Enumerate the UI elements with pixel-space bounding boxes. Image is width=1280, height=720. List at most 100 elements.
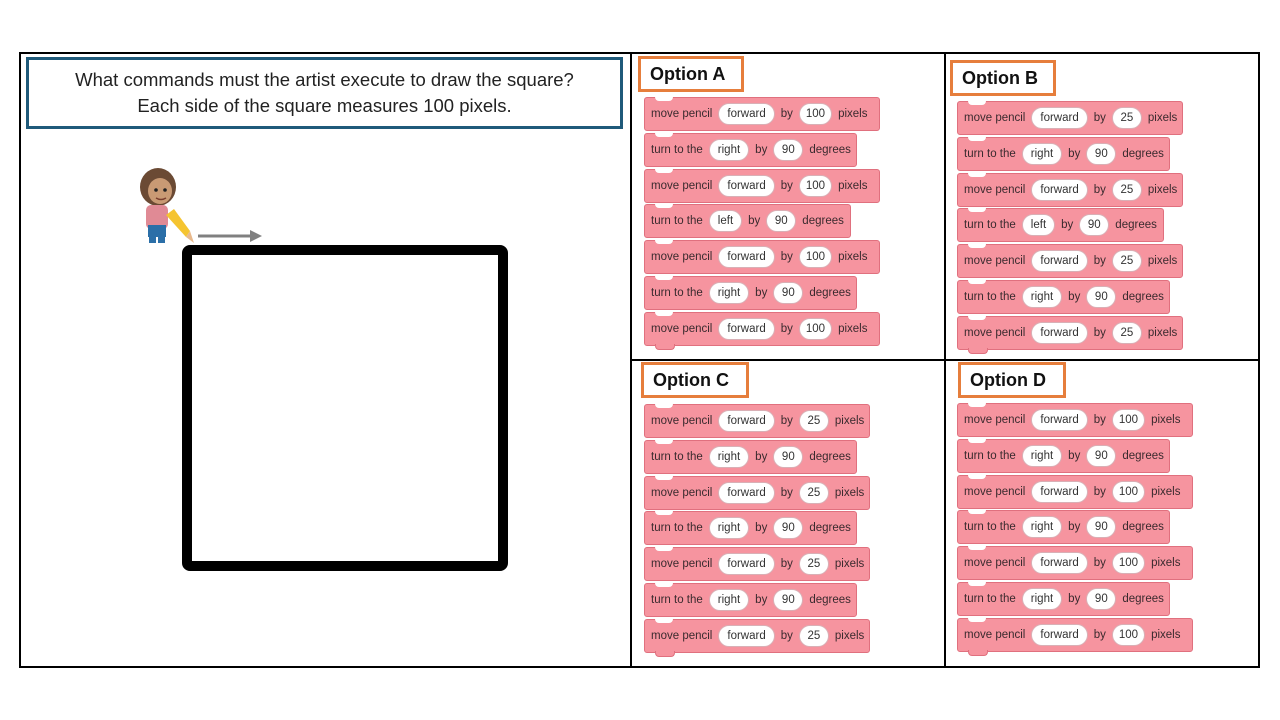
turn-block[interactable]: turn to the right by 90 degrees (957, 279, 1170, 314)
block-keyword: by (755, 593, 768, 606)
block-unit: degrees (1122, 521, 1164, 534)
direction-pill: right (1021, 142, 1063, 165)
block-keyword: move pencil (651, 629, 713, 642)
direction-pill: forward (718, 174, 775, 197)
block-unit: degrees (1122, 290, 1164, 303)
block-unit: degrees (809, 593, 851, 606)
move-pencil-block[interactable]: move pencil forward by 25 pixels (644, 547, 870, 582)
value-pill: 100 (1111, 480, 1146, 503)
value-pill: 90 (773, 588, 804, 611)
move-pencil-block[interactable]: move pencil forward by 100 pixels (957, 403, 1193, 437)
block-keyword: turn to the (651, 593, 703, 606)
turn-block[interactable]: turn to the right by 90 degrees (957, 581, 1170, 616)
turn-block[interactable]: turn to the right by 90 degrees (644, 582, 857, 617)
value-pill: 90 (1086, 285, 1117, 308)
direction-pill: right (1021, 587, 1063, 610)
move-pencil-block[interactable]: move pencil forward by 100 pixels (957, 617, 1193, 656)
block-keyword: move pencil (964, 557, 1026, 570)
block-keyword: move pencil (651, 558, 713, 571)
block-unit: degrees (809, 286, 851, 299)
block-keyword: move pencil (964, 255, 1026, 268)
block-keyword: by (1068, 290, 1081, 303)
option-d-code-blocks: move pencil forward by 100 pixels turn to the… (957, 403, 1193, 656)
turn-block[interactable]: turn to the right by 90 degrees (957, 438, 1170, 473)
direction-pill: forward (718, 317, 775, 340)
value-pill: 100 (798, 174, 833, 197)
block-keyword: by (1093, 628, 1106, 641)
direction-pill: forward (1031, 552, 1088, 575)
option-c-label[interactable]: Option C (641, 362, 749, 398)
block-keyword: move pencil (651, 322, 713, 335)
option-d-label[interactable]: Option D (958, 362, 1066, 398)
direction-pill: left (708, 210, 743, 233)
move-pencil-block[interactable]: move pencil forward by 25 pixels (644, 618, 870, 657)
block-unit: degrees (802, 215, 844, 228)
direction-pill: forward (718, 624, 775, 647)
value-pill: 90 (773, 281, 804, 304)
direction-pill: forward (1031, 107, 1088, 129)
block-unit: pixels (1151, 557, 1181, 570)
value-pill: 100 (1111, 552, 1146, 575)
block-unit: degrees (1122, 449, 1164, 462)
value-pill: 25 (798, 553, 829, 576)
value-pill: 25 (1111, 250, 1142, 273)
question-box: What commands must the artist execute to… (26, 57, 623, 129)
turn-block[interactable]: turn to the left by 90 degrees (957, 208, 1164, 243)
move-pencil-block[interactable]: move pencil forward by 25 pixels (957, 172, 1183, 207)
value-pill: 90 (773, 445, 804, 468)
move-pencil-block[interactable]: move pencil forward by 100 pixels (644, 168, 880, 203)
block-unit: pixels (1151, 628, 1181, 641)
block-keyword: move pencil (964, 326, 1026, 339)
value-pill: 90 (1086, 444, 1117, 467)
direction-pill: right (708, 281, 750, 304)
direction-pill: right (1021, 516, 1063, 539)
block-unit: pixels (834, 629, 865, 642)
block-keyword: by (755, 286, 768, 299)
block-keyword: by (1093, 255, 1106, 268)
value-pill: 25 (798, 410, 829, 432)
block-unit: degrees (1122, 592, 1164, 605)
block-keyword: move pencil (651, 179, 713, 192)
value-pill: 25 (798, 481, 829, 504)
direction-pill: forward (718, 410, 775, 432)
move-pencil-block[interactable]: move pencil forward by 25 pixels (957, 101, 1183, 135)
move-pencil-block[interactable]: move pencil forward by 100 pixels (644, 311, 880, 350)
option-a-label[interactable]: Option A (638, 56, 744, 92)
move-pencil-block[interactable]: move pencil forward by 100 pixels (957, 546, 1193, 581)
block-unit: pixels (834, 415, 865, 427)
block-keyword: by (1068, 449, 1081, 462)
block-keyword: turn to the (651, 143, 703, 156)
block-keyword: move pencil (651, 486, 713, 499)
block-keyword: turn to the (964, 219, 1016, 232)
direction-pill: right (708, 138, 750, 161)
block-keyword: move pencil (964, 485, 1026, 498)
move-pencil-block[interactable]: move pencil forward by 25 pixels (644, 404, 870, 438)
move-pencil-block[interactable]: move pencil forward by 100 pixels (644, 97, 880, 131)
move-pencil-block[interactable]: move pencil forward by 100 pixels (644, 240, 880, 275)
block-keyword: move pencil (651, 415, 713, 427)
block-unit: pixels (1151, 414, 1181, 426)
turn-block[interactable]: turn to the left by 90 degrees (644, 204, 851, 239)
direction-pill: left (1021, 214, 1056, 237)
turn-block[interactable]: turn to the right by 90 degrees (957, 510, 1170, 545)
block-keyword: by (780, 629, 793, 642)
value-pill: 100 (798, 246, 833, 269)
block-keyword: turn to the (651, 286, 703, 299)
turn-block[interactable]: turn to the right by 90 degrees (644, 275, 857, 310)
move-pencil-block[interactable]: move pencil forward by 25 pixels (957, 315, 1183, 354)
move-pencil-block[interactable]: move pencil forward by 25 pixels (644, 475, 870, 510)
block-keyword: turn to the (964, 449, 1016, 462)
turn-block[interactable]: turn to the right by 90 degrees (644, 511, 857, 546)
direction-pill: right (708, 517, 750, 540)
block-unit: degrees (809, 522, 851, 535)
turn-block[interactable]: turn to the right by 90 degrees (644, 132, 857, 167)
option-b-label[interactable]: Option B (950, 60, 1056, 96)
direction-pill: forward (1031, 409, 1088, 431)
direction-pill: forward (718, 553, 775, 576)
turn-block[interactable]: turn to the right by 90 degrees (957, 136, 1170, 171)
block-keyword: turn to the (651, 450, 703, 463)
turn-block[interactable]: turn to the right by 90 degrees (644, 439, 857, 474)
move-pencil-block[interactable]: move pencil forward by 100 pixels (957, 474, 1193, 509)
block-keyword: by (780, 558, 793, 571)
move-pencil-block[interactable]: move pencil forward by 25 pixels (957, 244, 1183, 279)
